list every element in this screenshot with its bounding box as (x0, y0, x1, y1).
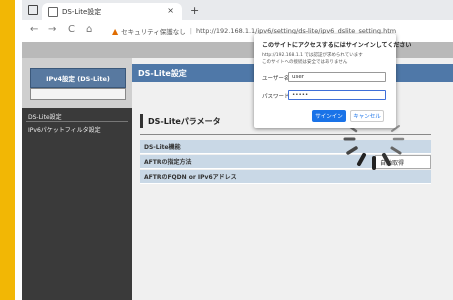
forward-icon[interactable]: → (48, 24, 56, 35)
page-icon (48, 6, 58, 17)
username-field[interactable]: user (288, 72, 386, 82)
sidebar-item-ipv6-filter[interactable]: IPv6パケットフィルタ設定 (28, 125, 101, 134)
back-icon[interactable]: ← (30, 24, 38, 35)
cancel-button[interactable]: キャンセル (350, 110, 384, 122)
window-menu-icon[interactable] (28, 5, 38, 15)
signin-dialog: このサイトにアクセスするにはサインインしてください http://192.168… (254, 34, 411, 128)
warning-icon[interactable]: ▲ (112, 27, 118, 36)
dialog-message-2: このサイトへの接続は安全ではありません (262, 60, 348, 65)
yellow-side-stripe (0, 0, 15, 300)
close-tab-icon[interactable]: × (167, 6, 174, 15)
sidebar-active-item[interactable]: IPv4設定 (DS-Lite) (30, 68, 126, 88)
tab-bar: DS-Lite設定 × + (22, 0, 453, 20)
tab-title: DS-Lite設定 (62, 7, 102, 16)
dialog-message-1: http://192.168.1.1 では認証が求められています (262, 53, 363, 58)
dialog-title: このサイトにアクセスするにはサインインしてください (262, 42, 412, 49)
section-title: DS-Liteパラメータ (140, 114, 221, 128)
username-label: ユーザー名 (262, 76, 290, 82)
browser-tab[interactable]: DS-Lite設定 × (42, 3, 182, 20)
new-tab-icon[interactable]: + (190, 4, 199, 17)
param-row-aftr-fqdn: AFTRのFQDN or IPv6アドレス (140, 170, 431, 184)
sidebar-item-ds-lite[interactable]: DS-Lite設定 (28, 112, 62, 121)
password-label: パスワード (262, 94, 290, 100)
security-status: セキュリティ保護なし (121, 28, 186, 36)
sidebar-divider (26, 121, 128, 122)
reload-icon[interactable]: C (68, 24, 75, 35)
password-field[interactable]: ••••• (288, 90, 386, 100)
home-icon[interactable]: ⌂ (86, 24, 92, 35)
sidebar-blank-box (30, 88, 126, 100)
url-separator: | (189, 27, 192, 35)
signin-button[interactable]: サインイン (312, 110, 346, 122)
